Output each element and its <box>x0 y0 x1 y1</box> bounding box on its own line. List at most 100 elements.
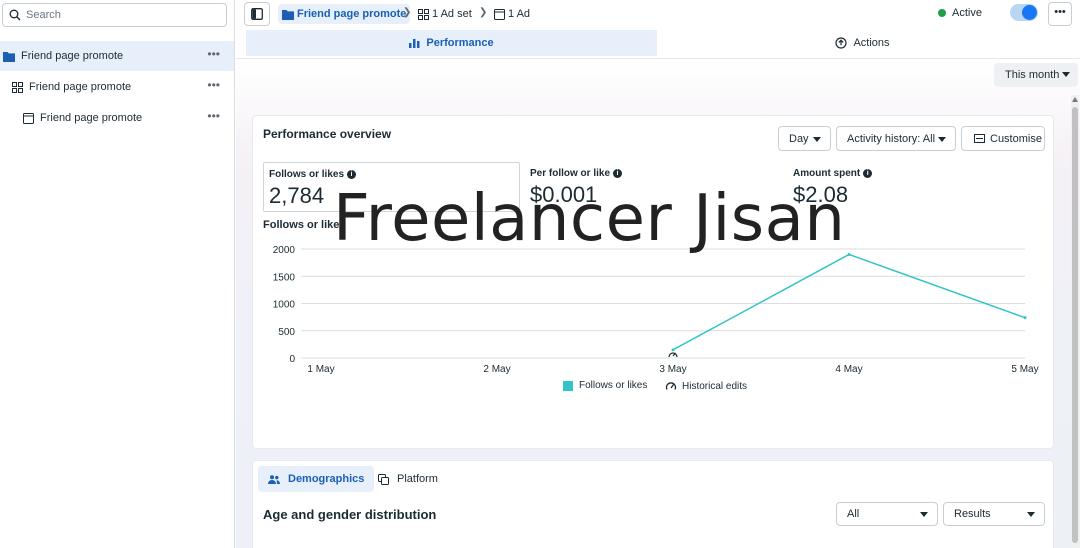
legend-swatch <box>563 380 573 391</box>
data-point <box>847 252 851 256</box>
x-tick-label: 1 May <box>307 364 334 375</box>
ad-icon <box>494 8 505 20</box>
breadcrumb-ad[interactable]: 1 Ad <box>494 4 530 24</box>
info-icon: i <box>613 169 623 178</box>
tab-label: Platform <box>397 473 438 485</box>
tab-label: Performance <box>426 37 494 49</box>
customise-icon <box>974 134 985 143</box>
sidebar-icon <box>251 8 263 20</box>
chevron-right-icon: ❯ <box>403 7 412 18</box>
watermark-text: Freelancer Jisan <box>333 182 846 256</box>
more-options-icon[interactable]: ••• <box>207 79 220 91</box>
day-label: Day <box>789 132 809 145</box>
search-icon <box>9 9 21 21</box>
metric-label: Amount spent i <box>793 168 873 179</box>
scrollbar[interactable] <box>1071 95 1079 548</box>
customise-button[interactable]: Customise <box>961 126 1045 151</box>
sidebar-toggle-button[interactable] <box>244 2 270 26</box>
breadcrumb-campaign[interactable]: Friend page promote <box>278 4 411 24</box>
customise-label: Customise <box>990 132 1042 145</box>
activity-history-label: Activity history: All <box>847 132 936 145</box>
card-title: Performance overview <box>263 127 392 141</box>
search-input[interactable] <box>26 9 216 21</box>
tab-platform[interactable]: Platform <box>368 466 448 492</box>
tab-label: Actions <box>853 37 890 49</box>
metric-label-text: Amount spent <box>793 168 861 179</box>
chevron-right-icon: ❯ <box>479 7 488 18</box>
info-icon: i <box>863 169 873 178</box>
tree-item-label: Friend page promote <box>29 81 132 93</box>
legend-historical-edits[interactable]: Historical edits <box>665 380 747 392</box>
breadcrumb-label: 1 Ad set <box>432 8 472 20</box>
y-tick-label: 500 <box>278 327 295 338</box>
filter-results-select[interactable]: Results <box>943 502 1045 526</box>
historical-edits-icon <box>665 382 677 390</box>
caret-down-icon <box>813 137 821 142</box>
historical-edit-icon <box>668 352 678 358</box>
x-tick-label: 2 May <box>483 364 510 375</box>
tree-item-campaign[interactable]: Friend page promote ••• <box>0 41 234 71</box>
platform-icon <box>378 473 389 485</box>
scrollbar-thumb[interactable] <box>1072 107 1078 543</box>
filter-label: Results <box>954 508 991 520</box>
tab-actions[interactable]: Actions <box>657 30 1068 56</box>
ad-icon <box>21 112 35 124</box>
x-tick-label: 4 May <box>835 364 862 375</box>
y-tick-label: 2000 <box>273 245 296 256</box>
line-chart: 0 500 1000 1500 2000 1 May 2 May 3 May 4 May 5 Ma… <box>273 245 1039 375</box>
performance-overview-card: Performance overview Day Activity histor… <box>252 115 1054 449</box>
day-select[interactable]: Day <box>778 126 831 151</box>
filter-label: All <box>847 508 860 520</box>
tree-item-ad-set[interactable]: Friend page promote ••• <box>0 72 234 102</box>
activity-history-select[interactable]: Activity history: All <box>836 126 956 151</box>
x-tick-label: 3 May <box>659 364 686 375</box>
tab-label: Demographics <box>288 473 365 485</box>
demographics-card: Demographics Platform Age and gender dis… <box>252 460 1054 548</box>
left-panel: Friend page promote ••• Friend page prom… <box>0 0 235 548</box>
breadcrumb-label: Friend page promote <box>297 8 407 20</box>
grid-icon <box>418 8 429 20</box>
status-dot <box>938 9 947 17</box>
y-tick-label: 0 <box>289 354 295 365</box>
people-icon <box>268 474 280 484</box>
top-bar: Friend page promote ❯ 1 Ad set ❯ 1 Ad Ac… <box>236 0 1080 28</box>
more-options-icon[interactable]: ••• <box>207 48 220 60</box>
caret-down-icon <box>938 137 946 142</box>
legend-series[interactable]: Follows or likes <box>563 380 647 391</box>
caret-down-icon <box>920 512 928 517</box>
filter-all-select[interactable]: All <box>836 502 938 526</box>
y-tick-label: 1500 <box>273 272 296 283</box>
breadcrumb-label: 1 Ad <box>508 8 531 20</box>
data-point <box>1023 316 1027 320</box>
caret-down-icon <box>1062 72 1070 77</box>
tab-performance[interactable]: Performance <box>246 30 657 56</box>
breadcrumb-ad-set[interactable]: 1 Ad set <box>418 4 472 24</box>
grid-icon <box>10 81 24 93</box>
toggle-knob <box>1022 5 1037 20</box>
more-options-button[interactable]: ••• <box>1048 2 1072 26</box>
series-line <box>672 253 1026 351</box>
date-range-select[interactable]: This month <box>994 63 1078 87</box>
scroll-up-icon[interactable] <box>1072 97 1078 102</box>
more-options-icon[interactable]: ••• <box>207 110 220 122</box>
tab-demographics[interactable]: Demographics <box>258 466 375 492</box>
bar-chart-icon <box>409 38 420 48</box>
metric-label: Per follow or like i <box>530 168 623 179</box>
search-box[interactable] <box>2 3 227 27</box>
date-range-label: This month <box>1005 69 1060 81</box>
status-label: Active <box>952 7 982 19</box>
metric-label: Follows or likes i <box>269 169 357 180</box>
caret-down-icon <box>1027 512 1035 517</box>
section-title: Age and gender distribution <box>263 507 437 522</box>
metric-label-text: Per follow or like <box>530 168 611 179</box>
y-tick-label: 1000 <box>273 300 296 311</box>
tree-item-ad[interactable]: Friend page promote ••• <box>0 103 234 133</box>
data-point <box>671 348 675 352</box>
legend-label: Historical edits <box>682 380 748 392</box>
legend-label: Follows or likes <box>579 380 648 391</box>
active-toggle[interactable] <box>1010 4 1038 21</box>
tab-bar: Performance Actions <box>236 29 1080 59</box>
tree-item-label: Friend page promote <box>40 112 143 124</box>
metric-value: 2,784 <box>269 183 325 208</box>
info-icon: i <box>347 170 357 179</box>
